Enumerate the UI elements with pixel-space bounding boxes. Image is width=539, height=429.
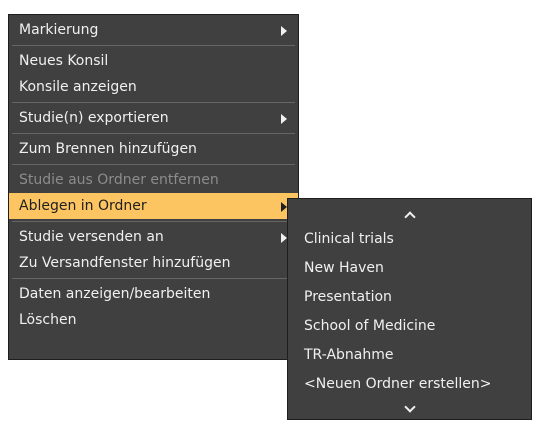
menu-item-zum-brennen-hinzufuegen[interactable]: Zum Brennen hinzufügen xyxy=(9,136,298,162)
menu-item-zu-versandfenster-hinzufuegen[interactable]: Zu Versandfenster hinzufügen xyxy=(9,250,298,276)
folder-item-label: TR-Abnahme xyxy=(304,347,394,363)
folder-item-label: Clinical trials xyxy=(304,231,394,247)
folder-item-new-haven[interactable]: New Haven xyxy=(288,254,531,283)
menu-item-daten-anzeigen-bearbeiten[interactable]: Daten anzeigen/bearbeiten xyxy=(9,281,298,307)
menu-separator xyxy=(12,45,295,46)
menu-item-markierung[interactable]: Markierung xyxy=(9,17,298,43)
scroll-up-button[interactable] xyxy=(288,203,531,225)
menu-item-studien-exportieren[interactable]: Studie(n) exportieren xyxy=(9,105,298,131)
menu-item-studie-aus-ordner-entfernen: Studie aus Ordner entfernen xyxy=(9,167,298,193)
menu-item-neues-konsil[interactable]: Neues Konsil xyxy=(9,48,298,74)
menu-separator xyxy=(12,221,295,222)
chevron-up-icon xyxy=(403,211,416,223)
menu-item-konsile-anzeigen[interactable]: Konsile anzeigen xyxy=(9,74,298,100)
folder-item-label: New Haven xyxy=(304,260,384,276)
menu-item-label: Studie versenden an xyxy=(19,229,164,245)
menu-item-label: Zu Versandfenster hinzufügen xyxy=(19,255,231,271)
chevron-down-icon xyxy=(403,401,416,413)
menu-separator xyxy=(12,278,295,279)
create-folder-item[interactable]: <Neuen Ordner erstellen> xyxy=(288,370,531,399)
folder-item-label: Presentation xyxy=(304,289,392,305)
menu-item-label: Studie(n) exportieren xyxy=(19,110,169,126)
folder-item-tr-abnahme[interactable]: TR-Abnahme xyxy=(288,341,531,370)
menu-item-label: Ablegen in Ordner xyxy=(19,198,147,214)
submenu-arrow-icon xyxy=(281,26,287,36)
menu-item-studie-versenden-an[interactable]: Studie versenden an xyxy=(9,224,298,250)
menu-separator xyxy=(12,164,295,165)
menu-item-label: Neues Konsil xyxy=(19,53,109,69)
menu-item-ablegen-in-ordner[interactable]: Ablegen in Ordner xyxy=(9,193,298,219)
folder-item-school-of-medicine[interactable]: School of Medicine xyxy=(288,312,531,341)
menu-item-label: Studie aus Ordner entfernen xyxy=(19,172,219,188)
menu-item-label: Konsile anzeigen xyxy=(19,79,137,95)
folder-item-presentation[interactable]: Presentation xyxy=(288,283,531,312)
menu-item-label: Zum Brennen hinzufügen xyxy=(19,141,197,157)
menu-separator xyxy=(12,133,295,134)
folder-submenu: Clinical trials New Haven Presentation S… xyxy=(287,198,532,420)
menu-separator xyxy=(12,102,295,103)
folder-item-clinical-trials[interactable]: Clinical trials xyxy=(288,225,531,254)
folder-item-label: School of Medicine xyxy=(304,318,436,334)
menu-item-label: Markierung xyxy=(19,22,99,38)
folder-item-label: <Neuen Ordner erstellen> xyxy=(304,376,492,392)
submenu-arrow-icon xyxy=(281,114,287,124)
menu-item-loeschen[interactable]: Löschen xyxy=(9,307,298,333)
scroll-down-button[interactable] xyxy=(288,399,531,421)
menu-item-label: Löschen xyxy=(19,312,77,328)
menu-item-label: Daten anzeigen/bearbeiten xyxy=(19,286,211,302)
context-menu: Markierung Neues Konsil Konsile anzeigen… xyxy=(8,14,299,360)
